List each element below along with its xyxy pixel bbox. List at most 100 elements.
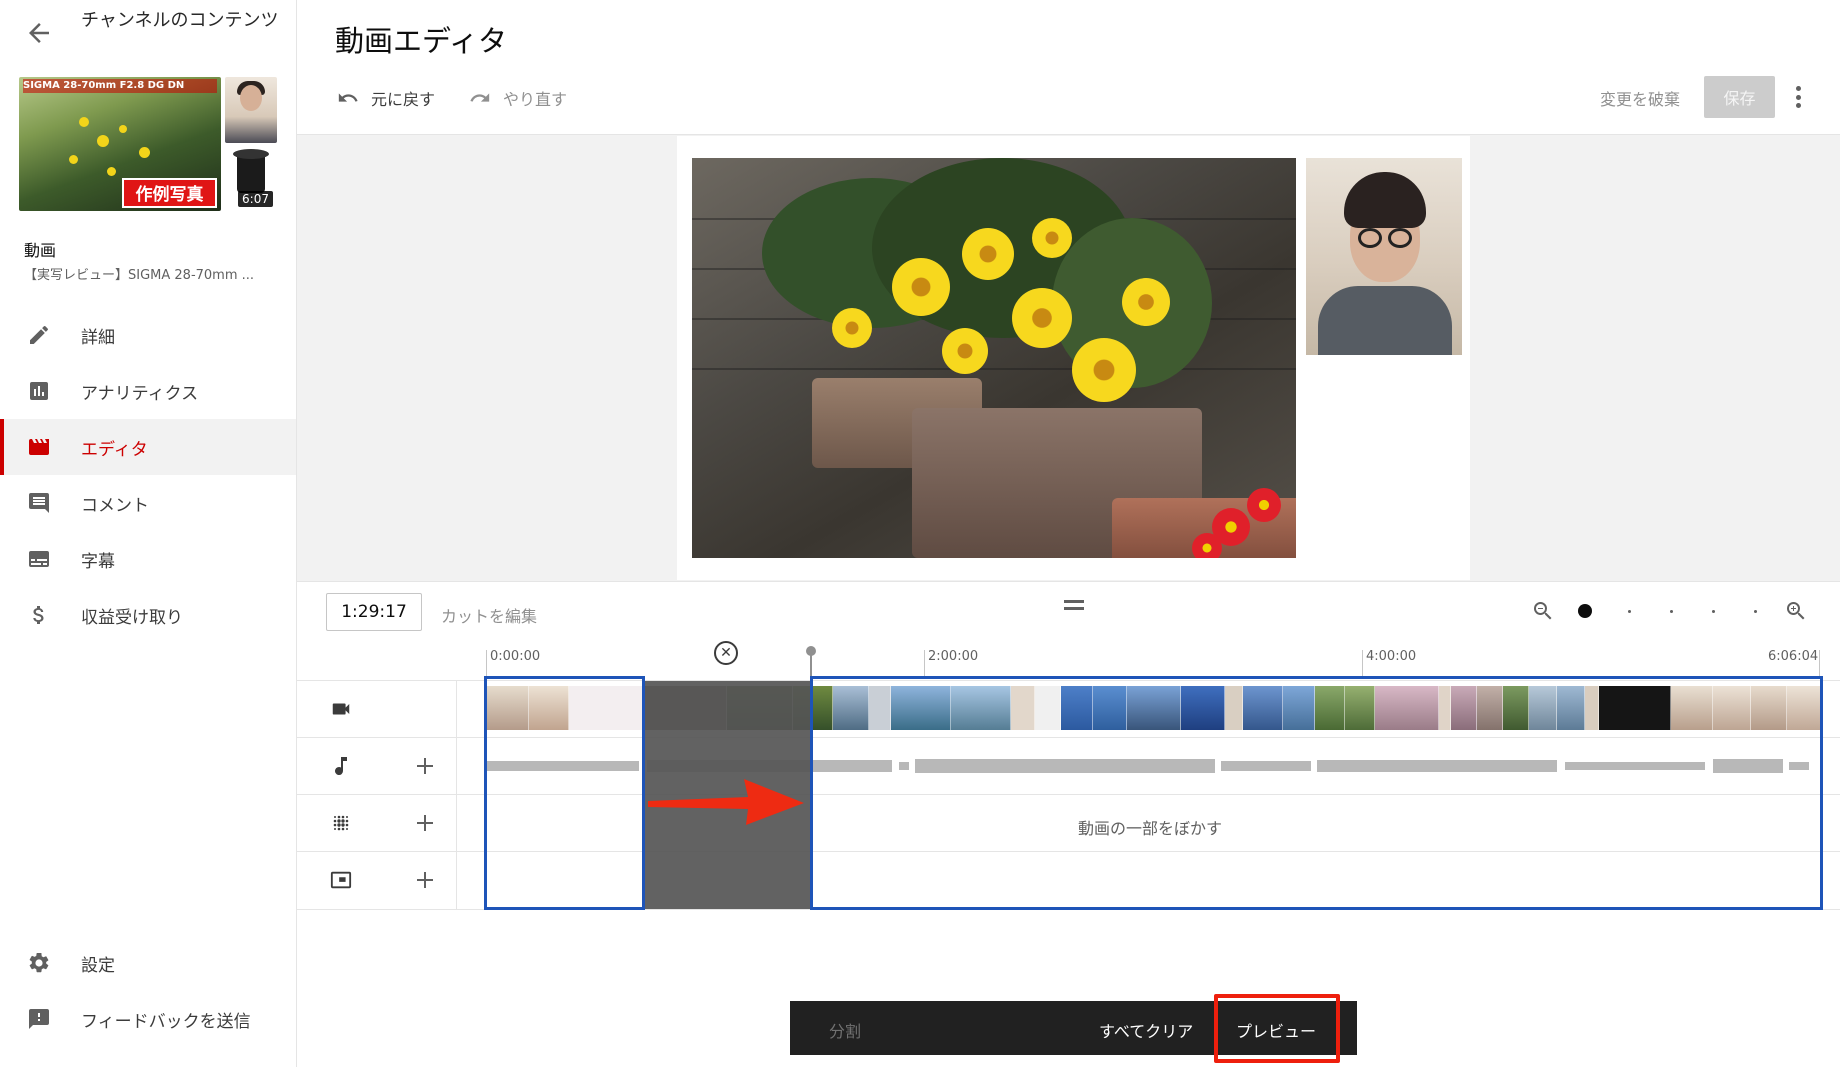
playhead-knob[interactable] [806,646,816,656]
remove-cut-icon[interactable]: ✕ [714,641,738,665]
add-end-screen-icon[interactable] [412,867,438,893]
sidebar-item-details[interactable]: 詳細 [0,307,296,363]
zoom-step-dot [1670,610,1673,613]
track-label-divider [456,681,457,909]
yellow-flower [1012,288,1072,348]
wall-line [692,368,1296,370]
thumbnail-flower [107,167,116,176]
annotation-arrow-icon [648,779,804,825]
lens-body [237,153,265,193]
subtitles-icon [26,546,52,572]
handle-bar [1064,607,1084,610]
sidebar-item-label: コメント [81,495,149,516]
glasses-left [1358,228,1382,248]
selected-segment-right[interactable] [810,676,1823,910]
video-thumbnail[interactable]: SIGMA 28-70mm F2.8 DG DN 作例写真 [19,77,221,211]
red-flower [1247,488,1281,522]
dollar-icon [26,602,52,628]
preview-highlight-annotation [1214,994,1340,1063]
sidebar-item-label: 字幕 [81,551,115,572]
video-section-label: 動画 [24,241,57,260]
zoom-slider-knob[interactable] [1578,604,1592,618]
presenter-shirt [1318,286,1452,355]
video-preview-frame[interactable] [692,158,1296,558]
back-arrow-icon[interactable] [24,18,54,48]
yellow-flower [1072,338,1136,402]
discard-changes-button[interactable]: 変更を破棄 [1600,86,1680,110]
zoom-in-icon[interactable] [1784,599,1808,627]
glasses-right [1388,228,1412,248]
undo-label: 元に戻す [371,90,436,109]
add-audio-icon[interactable] [412,753,438,779]
blur-icon [328,810,354,836]
edit-cut-button[interactable]: カットを編集 [441,603,537,627]
redo-button[interactable]: やり直す [467,84,567,112]
sidebar-item-analytics[interactable]: アナリティクス [0,363,296,419]
gear-icon [26,950,52,976]
ruler-label: 4:00:00 [1366,649,1417,664]
handle-bar [1064,600,1084,603]
sidebar-item-settings[interactable]: 設定 [0,935,296,991]
sidebar-item-label: 収益受け取り [81,607,183,628]
sidebar-nav: 詳細 アナリティクス エディタ コメント 字幕 収益受け取り [0,307,296,643]
clear-all-button[interactable]: すべてクリア [1099,1018,1193,1042]
blur-track-prompt[interactable]: 動画の一部をぼかす [1078,815,1222,839]
yellow-flower [1122,278,1170,326]
sidebar-item-monetization[interactable]: 収益受け取り [0,587,296,643]
sidebar-item-label: 詳細 [81,327,115,348]
save-button[interactable]: 保存 [1704,76,1775,118]
yellow-flower [892,258,950,316]
lens-ring [233,149,269,159]
yellow-flower [1032,218,1072,258]
analytics-icon [26,378,52,404]
sidebar-item-subtitles[interactable]: 字幕 [0,531,296,587]
ruler-label: 0:00:00 [490,649,541,664]
split-button[interactable]: 分割 [829,1018,861,1042]
ruler-tick [1362,650,1363,678]
sidebar-item-label: フィードバックを送信 [81,1011,251,1032]
sidebar-item-feedback[interactable]: フィードバックを送信 [0,991,296,1047]
redo-label: やり直す [503,90,568,109]
undo-icon [338,93,358,102]
yellow-flower [832,308,872,348]
sidebar-item-label: 設定 [81,955,115,976]
thumbnail-lens: 6:07 [225,147,277,211]
selected-segment-left[interactable] [484,676,645,910]
zoom-step-dot [1628,610,1631,613]
sidebar-item-label: エディタ [81,439,148,460]
more-options-icon[interactable] [1786,84,1810,110]
kebab-dot [1795,94,1801,100]
sidebar-item-comments[interactable]: コメント [0,475,296,531]
thumbnail-flower [119,125,127,133]
ruler-tick [1819,650,1820,678]
redo-icon [470,93,490,102]
red-flower [1192,533,1222,558]
zoom-step-dot [1754,610,1757,613]
sidebar-item-editor[interactable]: エディタ [0,419,296,475]
video-camera-icon [328,696,354,722]
page-title: 動画エディタ [335,24,507,58]
comment-icon [26,490,52,516]
end-screen-icon [328,867,354,893]
add-blur-icon[interactable] [412,810,438,836]
thumbnail-flower [97,135,109,147]
ruler-label: 2:00:00 [928,649,979,664]
presenter-hair [1344,172,1426,228]
sidebar-bottom-nav: 設定 フィードバックを送信 [0,935,296,1047]
undo-button[interactable]: 元に戻す [335,84,435,112]
current-time-display[interactable]: 1:29:17 [326,593,422,631]
thumbnail-flower [139,147,150,158]
pencil-icon [26,322,52,348]
thumbnail-person [225,77,277,143]
thumbnail-badge: 作例写真 [122,178,217,208]
thumbnail-title-text: SIGMA 28-70mm F2.8 DG DN [23,79,217,93]
ruler-tick [924,650,925,678]
zoom-step-dot [1712,610,1715,613]
yellow-flower [942,328,988,374]
zoom-out-icon[interactable] [1531,599,1555,627]
presenter-overlay [1306,158,1462,355]
channel-content-link[interactable]: チャンネルのコンテンツ [81,10,281,31]
ruler-label: 6:06:04 [1768,649,1819,664]
yellow-flower [962,228,1014,280]
resize-handle-icon[interactable] [1064,600,1084,610]
